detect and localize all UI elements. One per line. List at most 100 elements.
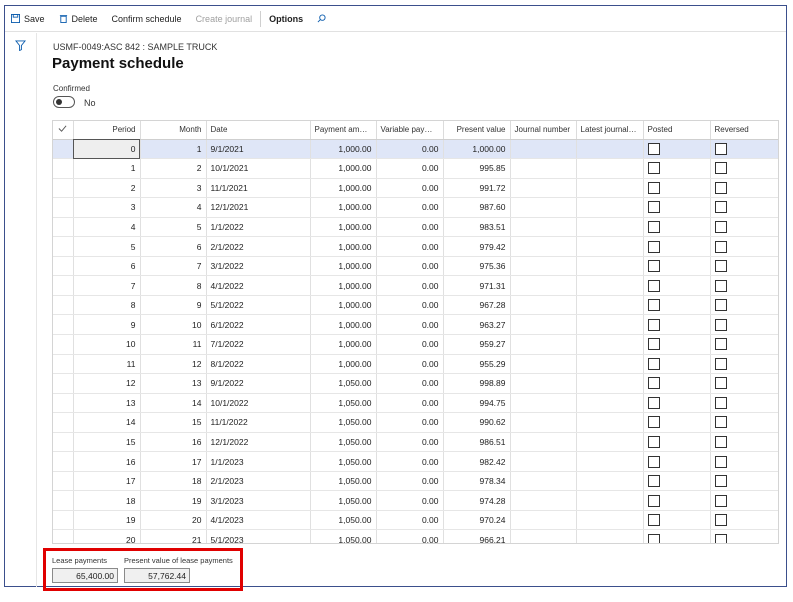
cell-reversed[interactable] [710, 158, 778, 179]
cell-present-value[interactable]: 979.42 [443, 236, 511, 257]
row-selector[interactable] [53, 334, 74, 355]
row-selector[interactable] [53, 529, 74, 543]
cell-variable-payment[interactable]: 0.00 [376, 393, 444, 414]
reversed-checkbox[interactable] [714, 201, 727, 214]
col-header-posted[interactable]: Posted [643, 121, 711, 140]
table-row[interactable]: 5 6 2/1/2022 1,000.00 0.00 979.42 [53, 236, 778, 257]
col-header-latest-journal[interactable]: Latest journal n... [576, 121, 644, 140]
cell-payment-amount[interactable]: 1,000.00 [310, 334, 377, 355]
cell-period[interactable]: 5 [73, 236, 141, 257]
cell-month[interactable]: 18 [140, 471, 207, 492]
row-selector[interactable] [53, 393, 74, 414]
cell-payment-amount[interactable]: 1,000.00 [310, 295, 377, 316]
table-row[interactable]: 20 21 5/1/2023 1,050.00 0.00 966.21 [53, 529, 778, 543]
reversed-checkbox[interactable] [714, 377, 727, 390]
cell-variable-payment[interactable]: 0.00 [376, 373, 444, 394]
cell-journal-number[interactable] [510, 314, 577, 335]
cell-journal-number[interactable] [510, 412, 577, 433]
cell-present-value[interactable]: 991.72 [443, 178, 511, 199]
cell-latest-journal[interactable] [576, 451, 644, 472]
cell-reversed[interactable] [710, 490, 778, 511]
cell-posted[interactable] [643, 334, 711, 355]
cell-reversed[interactable] [710, 510, 778, 531]
cell-latest-journal[interactable] [576, 471, 644, 492]
cell-period[interactable]: 4 [73, 217, 141, 238]
row-selector[interactable] [53, 314, 74, 335]
cell-posted[interactable] [643, 490, 711, 511]
cell-present-value[interactable]: 974.28 [443, 490, 511, 511]
cell-period[interactable]: 7 [73, 275, 141, 296]
cell-latest-journal[interactable] [576, 217, 644, 238]
cell-date[interactable]: 12/1/2021 [206, 197, 311, 218]
cell-date[interactable]: 6/1/2022 [206, 314, 311, 335]
cell-reversed[interactable] [710, 217, 778, 238]
cell-month[interactable]: 5 [140, 217, 207, 238]
cell-variable-payment[interactable]: 0.00 [376, 158, 444, 179]
cell-latest-journal[interactable] [576, 197, 644, 218]
cell-date[interactable]: 8/1/2022 [206, 354, 311, 375]
cell-month[interactable]: 17 [140, 451, 207, 472]
cell-date[interactable]: 9/1/2021 [206, 139, 311, 160]
reversed-checkbox[interactable] [714, 435, 727, 448]
cell-reversed[interactable] [710, 471, 778, 492]
cell-payment-amount[interactable]: 1,000.00 [310, 217, 377, 238]
cell-latest-journal[interactable] [576, 373, 644, 394]
cell-variable-payment[interactable]: 0.00 [376, 412, 444, 433]
cell-month[interactable]: 20 [140, 510, 207, 531]
col-header-month[interactable]: Month [140, 121, 207, 140]
cell-journal-number[interactable] [510, 236, 577, 257]
cell-present-value[interactable]: 971.31 [443, 275, 511, 296]
posted-checkbox[interactable] [647, 533, 660, 543]
cell-journal-number[interactable] [510, 256, 577, 277]
reversed-checkbox[interactable] [714, 181, 727, 194]
cell-reversed[interactable] [710, 139, 778, 160]
cell-reversed[interactable] [710, 256, 778, 277]
posted-checkbox[interactable] [647, 435, 660, 448]
cell-variable-payment[interactable]: 0.00 [376, 490, 444, 511]
delete-button[interactable]: Delete [59, 14, 98, 24]
posted-checkbox[interactable] [647, 279, 660, 292]
save-button[interactable]: Save [11, 14, 45, 24]
search-button[interactable] [317, 14, 330, 23]
cell-reversed[interactable] [710, 373, 778, 394]
cell-posted[interactable] [643, 373, 711, 394]
cell-posted[interactable] [643, 471, 711, 492]
cell-latest-journal[interactable] [576, 510, 644, 531]
confirm-schedule-button[interactable]: Confirm schedule [112, 14, 182, 24]
table-row[interactable]: 4 5 1/1/2022 1,000.00 0.00 983.51 [53, 217, 778, 238]
cell-posted[interactable] [643, 197, 711, 218]
cell-reversed[interactable] [710, 412, 778, 433]
cell-date[interactable]: 4/1/2023 [206, 510, 311, 531]
row-selector[interactable] [53, 471, 74, 492]
posted-checkbox[interactable] [647, 396, 660, 409]
row-selector[interactable] [53, 432, 74, 453]
posted-checkbox[interactable] [647, 162, 660, 175]
cell-payment-amount[interactable]: 1,000.00 [310, 275, 377, 296]
cell-variable-payment[interactable]: 0.00 [376, 529, 444, 543]
table-row[interactable]: 16 17 1/1/2023 1,050.00 0.00 982.42 [53, 451, 778, 472]
cell-present-value[interactable]: 983.51 [443, 217, 511, 238]
cell-present-value[interactable]: 987.60 [443, 197, 511, 218]
cell-journal-number[interactable] [510, 510, 577, 531]
row-selector[interactable] [53, 354, 74, 375]
col-header-variable-payment[interactable]: Variable payment [376, 121, 444, 140]
reversed-checkbox[interactable] [714, 240, 727, 253]
cell-latest-journal[interactable] [576, 295, 644, 316]
confirmed-toggle[interactable] [53, 96, 75, 108]
cell-latest-journal[interactable] [576, 178, 644, 199]
table-row[interactable]: 2 3 11/1/2021 1,000.00 0.00 991.72 [53, 178, 778, 199]
cell-variable-payment[interactable]: 0.00 [376, 178, 444, 199]
cell-posted[interactable] [643, 256, 711, 277]
cell-posted[interactable] [643, 178, 711, 199]
cell-payment-amount[interactable]: 1,000.00 [310, 178, 377, 199]
row-selector[interactable] [53, 197, 74, 218]
col-header-reversed[interactable]: Reversed [710, 121, 778, 140]
cell-journal-number[interactable] [510, 490, 577, 511]
cell-variable-payment[interactable]: 0.00 [376, 334, 444, 355]
col-header-date[interactable]: Date [206, 121, 311, 140]
col-header-present-value[interactable]: Present value [443, 121, 511, 140]
cell-payment-amount[interactable]: 1,050.00 [310, 471, 377, 492]
cell-date[interactable]: 1/1/2022 [206, 217, 311, 238]
cell-reversed[interactable] [710, 295, 778, 316]
cell-date[interactable]: 12/1/2022 [206, 432, 311, 453]
